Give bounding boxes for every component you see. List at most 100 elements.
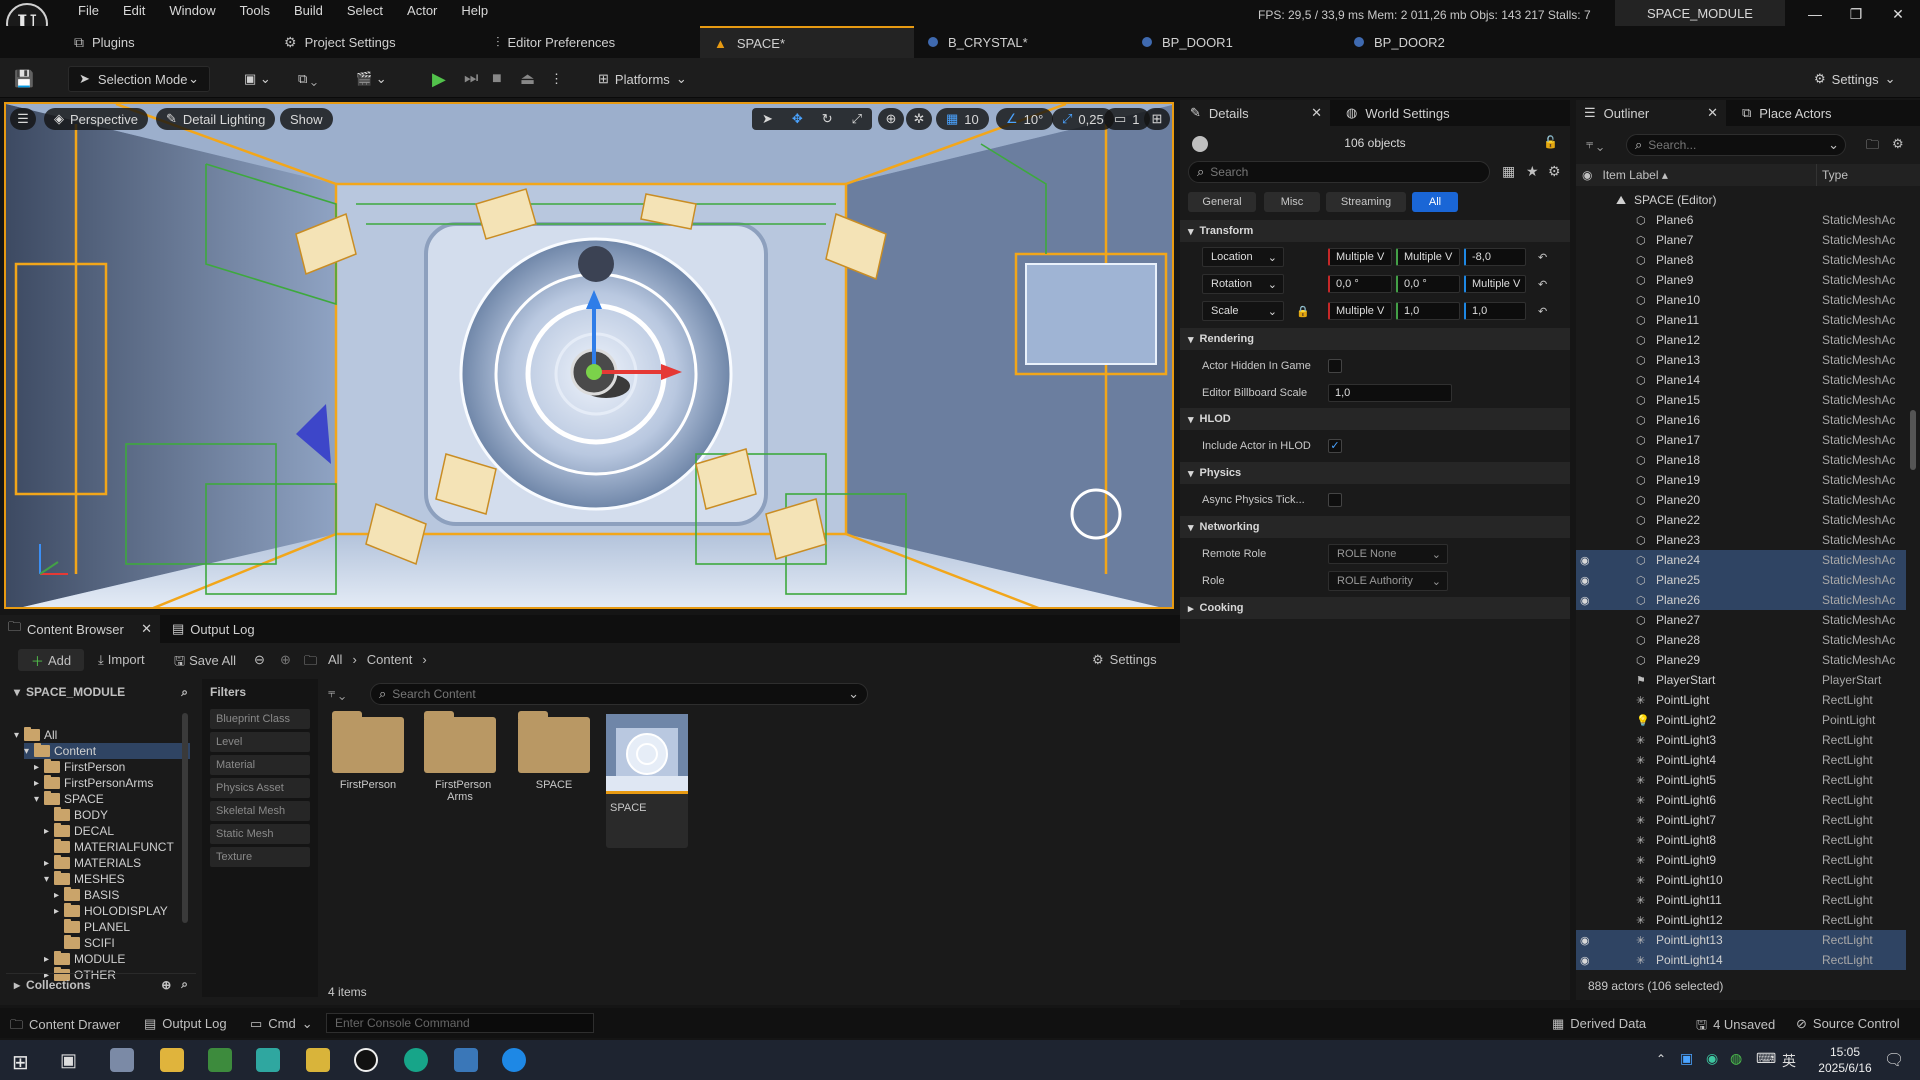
add-collection-icon[interactable]: ⊕	[161, 978, 171, 992]
outliner-row[interactable]: ✳ PointLight12 RectLight	[1576, 910, 1906, 930]
notepad-icon[interactable]	[208, 1048, 232, 1072]
location-y-field[interactable]: Multiple V	[1396, 248, 1460, 266]
folder-tree-item[interactable]: ▾ MESHES	[44, 871, 125, 887]
doc-tab-bp-door2[interactable]: BP_DOOR2	[1340, 26, 1552, 58]
breadcrumb-content[interactable]: Content	[367, 652, 413, 667]
outliner-tab[interactable]: ☰ Outliner ✕	[1576, 100, 1726, 126]
networking-section[interactable]: ▾ Networking	[1180, 516, 1570, 538]
gear-icon[interactable]: ⚙	[1548, 163, 1561, 180]
reset-icon[interactable]: ↶	[1538, 278, 1547, 291]
folder-tree-item[interactable]: ▾ SPACE	[34, 791, 104, 807]
back-icon[interactable]: ⊖	[254, 652, 265, 668]
folder-tree-item[interactable]: ▾ All	[14, 727, 57, 743]
visibility-eye-icon[interactable]: ◉	[1580, 954, 1590, 967]
visibility-eye-icon[interactable]: ◉	[1580, 554, 1590, 567]
menu-select[interactable]: Select	[335, 3, 395, 18]
outliner-row[interactable]: ✳ PointLight RectLight	[1576, 690, 1906, 710]
hamburger-icon[interactable]: ☰	[10, 108, 36, 130]
item-label-column[interactable]: Item Label ▴	[1602, 168, 1667, 182]
outliner-row[interactable]: ⬡ Plane20 StaticMeshAc	[1576, 490, 1906, 510]
play-icon[interactable]: ▶	[432, 66, 446, 92]
chevron-right-icon[interactable]: ▸	[34, 762, 44, 773]
add-actor-button[interactable]: ▣ ⌄	[244, 66, 271, 92]
filter-item[interactable]: Level	[210, 732, 310, 752]
hlod-section[interactable]: ▾ HLOD	[1180, 408, 1570, 430]
project-settings-tab[interactable]: ⚙ Project Settings	[284, 26, 396, 58]
filter-item[interactable]: Physics Asset	[210, 778, 310, 798]
outliner-row[interactable]: ⬡ Plane13 StaticMeshAc	[1576, 350, 1906, 370]
folder-tree-item[interactable]: ▸ HOLODISPLAY	[54, 903, 168, 919]
outliner-row[interactable]: ⬡ Plane16 StaticMeshAc	[1576, 410, 1906, 430]
table-view-icon[interactable]: ▦	[1502, 163, 1515, 180]
filter-icon[interactable]: ⫧ ⌄	[1586, 136, 1603, 152]
folder-tree-item[interactable]: SCIFI	[54, 935, 115, 951]
world-settings-tab[interactable]: ◍ World Settings	[1346, 100, 1450, 126]
outliner-row[interactable]: ⬡ Plane12 StaticMeshAc	[1576, 330, 1906, 350]
reset-icon[interactable]: ↶	[1538, 251, 1547, 264]
maximize-icon[interactable]: ❐	[1836, 2, 1876, 26]
outliner-row[interactable]: ⬡ Plane15 StaticMeshAc	[1576, 390, 1906, 410]
outliner-row[interactable]: ◉ ⬡ Plane24 StaticMeshAc	[1576, 550, 1906, 570]
rotation-dropdown[interactable]: Rotation ⌄	[1202, 274, 1284, 294]
outliner-row[interactable]: ⬡ Plane17 StaticMeshAc	[1576, 430, 1906, 450]
content-browser-tab[interactable]: 🗀 Content Browser ✕	[0, 615, 160, 643]
rotation-y-field[interactable]: 0,0 °	[1396, 275, 1460, 293]
tray-app-icon[interactable]: ▣	[1680, 1050, 1693, 1067]
plugins-tab[interactable]: ⧉ Plugins	[74, 26, 135, 58]
level-viewport[interactable]: ☰ ◈ Perspective ✎ Detail Lighting Show ➤ ✥…	[4, 102, 1174, 609]
add-folder-icon[interactable]: 🗀	[1866, 136, 1879, 158]
cmd-dropdown[interactable]: ▭ Cmd ⌄	[250, 1016, 313, 1032]
filter-streaming[interactable]: Streaming	[1326, 192, 1406, 212]
menu-edit[interactable]: Edit	[111, 3, 157, 18]
tree-scrollbar[interactable]	[182, 713, 188, 923]
rotation-z-field[interactable]: Multiple V	[1464, 275, 1526, 293]
breadcrumb-all[interactable]: All	[328, 652, 342, 667]
outliner-search-input[interactable]: ⌕ Search... ⌄	[1626, 134, 1846, 156]
place-actors-tab[interactable]: ⧉ Place Actors	[1742, 100, 1832, 126]
source-control-button[interactable]: ⊘ Source Control	[1796, 1016, 1900, 1032]
app-icon-3[interactable]	[256, 1048, 280, 1072]
chevron-right-icon[interactable]: ▸	[54, 906, 64, 917]
menu-help[interactable]: Help	[449, 3, 500, 18]
outliner-row[interactable]: ✳ PointLight9 RectLight	[1576, 850, 1906, 870]
filter-all[interactable]: All	[1412, 192, 1458, 212]
outliner-row[interactable]: ⬡ Plane29 StaticMeshAc	[1576, 650, 1906, 670]
outliner-row[interactable]: ⬡ Plane14 StaticMeshAc	[1576, 370, 1906, 390]
edge-icon[interactable]	[502, 1048, 526, 1072]
asset-folder-firstperson[interactable]: FirstPerson	[330, 711, 406, 791]
scale-x-field[interactable]: Multiple V	[1328, 302, 1392, 320]
minimize-icon[interactable]: —	[1795, 2, 1835, 26]
scale-y-field[interactable]: 1,0	[1396, 302, 1460, 320]
visibility-eye-icon[interactable]: ◉	[1580, 574, 1590, 587]
type-column[interactable]: Type	[1822, 168, 1848, 182]
app-icon-explorer-window[interactable]	[110, 1048, 134, 1072]
rotation-x-field[interactable]: 0,0 °	[1328, 275, 1392, 293]
perspective-button[interactable]: ◈ Perspective	[44, 108, 148, 130]
camera-speed-button[interactable]: ▭ 1	[1104, 108, 1150, 130]
menu-build[interactable]: Build	[282, 3, 335, 18]
outliner-row[interactable]: 💡 PointLight2 PointLight	[1576, 710, 1906, 730]
chevron-down-icon[interactable]: ▾	[34, 794, 44, 805]
more-options-icon[interactable]: ⋮	[550, 66, 563, 92]
outliner-row[interactable]: ◉ ⬡ Plane25 StaticMeshAc	[1576, 570, 1906, 590]
physics-section[interactable]: ▾ Physics	[1180, 462, 1570, 484]
outliner-row[interactable]: ⬡ Plane18 StaticMeshAc	[1576, 450, 1906, 470]
outliner-row[interactable]: ◉ ✳ PointLight14 RectLight	[1576, 950, 1906, 970]
outliner-scrollbar[interactable]	[1910, 410, 1916, 470]
add-button[interactable]: ＋ Add	[18, 649, 84, 671]
outliner-row[interactable]: ⬡ Plane19 StaticMeshAc	[1576, 470, 1906, 490]
keyboard-icon[interactable]: ⌨	[1756, 1050, 1776, 1067]
close-icon[interactable]: ✕	[141, 621, 152, 637]
filter-item[interactable]: Blueprint Class	[210, 709, 310, 729]
folder-tree-item[interactable]: ▸ FirstPersonArms	[34, 775, 153, 791]
outliner-row[interactable]: ✳ PointLight11 RectLight	[1576, 890, 1906, 910]
content-drawer-button[interactable]: 🗀 Content Drawer	[10, 1016, 120, 1038]
eject-icon[interactable]: ⏏	[520, 66, 535, 92]
outliner-row[interactable]: ⬡ Plane23 StaticMeshAc	[1576, 530, 1906, 550]
outliner-root[interactable]: ⛰ SPACE (Editor)	[1576, 190, 1906, 210]
world-local-icon[interactable]: ⊕	[878, 108, 904, 130]
asset-level-space[interactable]: SPACE	[606, 714, 688, 848]
platforms-dropdown[interactable]: ⊞ Platforms ⌄	[598, 66, 687, 92]
visibility-eye-icon[interactable]: ◉	[1580, 594, 1590, 607]
folder-tree-item[interactable]: ▸ MODULE	[44, 951, 125, 967]
